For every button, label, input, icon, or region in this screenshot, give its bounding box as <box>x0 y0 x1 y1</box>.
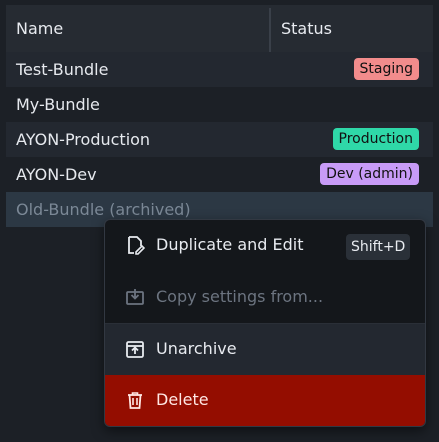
column-header-name[interactable]: Name <box>16 19 63 38</box>
bundle-name: Old-Bundle (archived) <box>16 200 191 219</box>
table-row[interactable]: Test-Bundle Staging <box>6 52 433 87</box>
edit-document-icon <box>128 236 145 255</box>
shortcut-badge: Shift+D <box>346 234 411 260</box>
menu-item-label: Delete <box>156 390 209 409</box>
bundle-name: Test-Bundle <box>16 60 109 79</box>
status-badge: Production <box>332 128 419 150</box>
menu-item-label: Unarchive <box>156 339 237 358</box>
unarchive-icon <box>126 341 144 358</box>
column-resize-handle[interactable] <box>269 8 271 52</box>
column-header-status[interactable]: Status <box>281 19 332 38</box>
menu-item-delete[interactable]: Delete <box>105 375 425 426</box>
trash-icon <box>128 392 142 409</box>
table-row[interactable]: AYON-Production Production <box>6 122 433 157</box>
context-menu: Duplicate and Edit Shift+D Copy settings… <box>104 219 426 427</box>
table-row[interactable]: My-Bundle <box>6 87 433 122</box>
menu-item-label: Copy settings from... <box>156 287 324 306</box>
table-header: Name Status <box>6 5 433 52</box>
status-badge: Staging <box>353 58 419 80</box>
table-row[interactable]: AYON-Dev Dev (admin) <box>6 157 433 192</box>
menu-item-unarchive[interactable]: Unarchive <box>105 324 425 375</box>
bundle-name: AYON-Dev <box>16 165 97 184</box>
download-box-icon <box>126 289 144 305</box>
bundle-name: AYON-Production <box>16 130 151 149</box>
bundle-name: My-Bundle <box>16 95 100 114</box>
status-badge: Dev (admin) <box>320 163 419 185</box>
menu-item-label: Duplicate and Edit <box>156 235 304 254</box>
menu-item-copy-settings[interactable]: Copy settings from... <box>105 272 425 323</box>
bundles-table: Name Status Test-Bundle Staging My-Bundl… <box>6 5 433 227</box>
menu-item-duplicate-and-edit[interactable]: Duplicate and Edit Shift+D <box>105 220 425 271</box>
